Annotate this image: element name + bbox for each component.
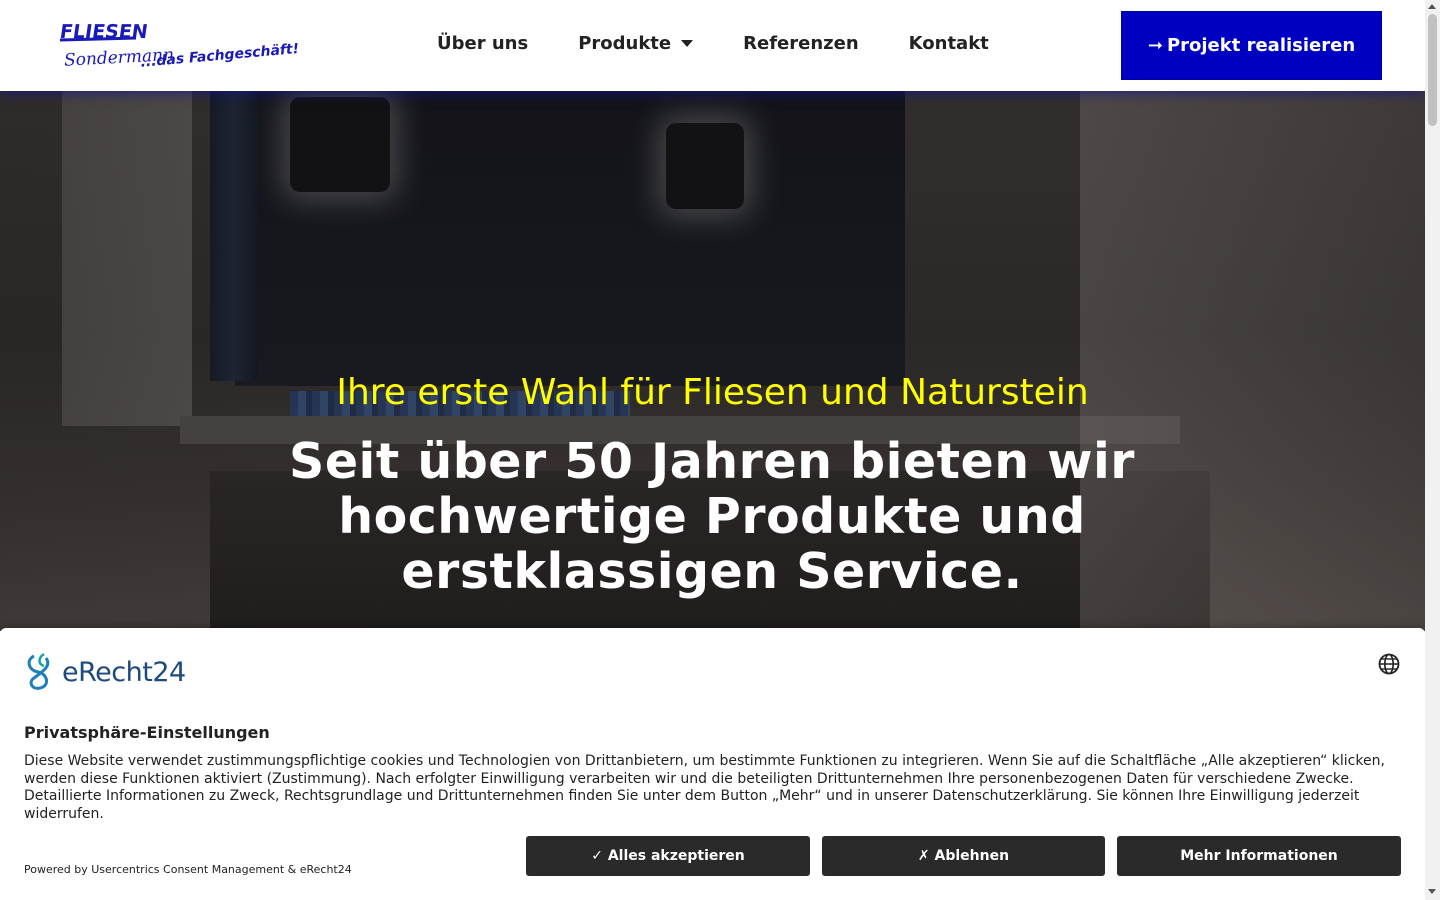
nav-item-ueber-uns[interactable]: Über uns bbox=[437, 33, 528, 54]
hero-subtitle: Ihre erste Wahl für Fliesen und Naturste… bbox=[336, 372, 1089, 413]
page-scrollbar[interactable] bbox=[1425, 0, 1440, 900]
logo-graphic: FLIESEN Sondermann ...das Fachgeschäft! bbox=[58, 20, 299, 71]
arrow-right-icon: ➞ bbox=[1147, 35, 1163, 56]
logo[interactable]: FLIESEN Sondermann ...das Fachgeschäft! bbox=[58, 18, 308, 74]
powered-by-text: Powered by Usercentrics Consent Manageme… bbox=[24, 863, 352, 876]
nav-item-label: Produkte bbox=[578, 33, 672, 54]
accept-all-button[interactable]: ✓ Alles akzeptieren bbox=[526, 836, 810, 876]
nav-item-kontakt[interactable]: Kontakt bbox=[909, 33, 989, 54]
erecht24-wordmark: eRecht24 bbox=[62, 656, 186, 688]
hero-section: Ihre erste Wahl für Fliesen und Naturste… bbox=[0, 91, 1425, 631]
nav-item-label: Referenzen bbox=[743, 33, 859, 54]
erecht24-mark-icon bbox=[27, 652, 50, 690]
more-info-button[interactable]: Mehr Informationen bbox=[1117, 836, 1401, 876]
erecht24-logo: eRecht24 bbox=[24, 650, 186, 694]
projekt-realisieren-button[interactable]: ➞ Projekt realisieren bbox=[1121, 11, 1382, 80]
nav-item-referenzen[interactable]: Referenzen bbox=[743, 33, 859, 54]
nav-item-label: Über uns bbox=[437, 33, 529, 54]
language-globe-icon[interactable] bbox=[1378, 653, 1400, 675]
scroll-thumb[interactable] bbox=[1428, 14, 1437, 126]
nav-item-label: Kontakt bbox=[908, 33, 989, 54]
scroll-down-arrow-icon[interactable] bbox=[1428, 889, 1436, 894]
main-nav: Über uns Produkte Referenzen Kontakt bbox=[437, 33, 989, 54]
page: FLIESEN Sondermann ...das Fachgeschäft! … bbox=[0, 0, 1425, 900]
consent-text: Diese Website verwendet zustimmungspflic… bbox=[24, 753, 1385, 822]
nav-item-produkte[interactable]: Produkte bbox=[578, 33, 694, 54]
scroll-up-arrow-icon[interactable] bbox=[1428, 4, 1436, 9]
hero-title: Seit über 50 Jahren bieten wir hochwerti… bbox=[289, 433, 1135, 600]
logo-underline bbox=[59, 36, 137, 42]
site-header: FLIESEN Sondermann ...das Fachgeschäft! … bbox=[0, 0, 1425, 91]
consent-heading: Privatsphäre-Einstellungen bbox=[24, 723, 270, 742]
chevron-down-icon bbox=[681, 40, 694, 47]
cta-label: Projekt realisieren bbox=[1166, 35, 1356, 56]
decline-button[interactable]: ✗ Ablehnen bbox=[822, 836, 1105, 876]
consent-banner: eRecht24 Privatsphäre-Einstellungen Dies… bbox=[0, 628, 1425, 900]
